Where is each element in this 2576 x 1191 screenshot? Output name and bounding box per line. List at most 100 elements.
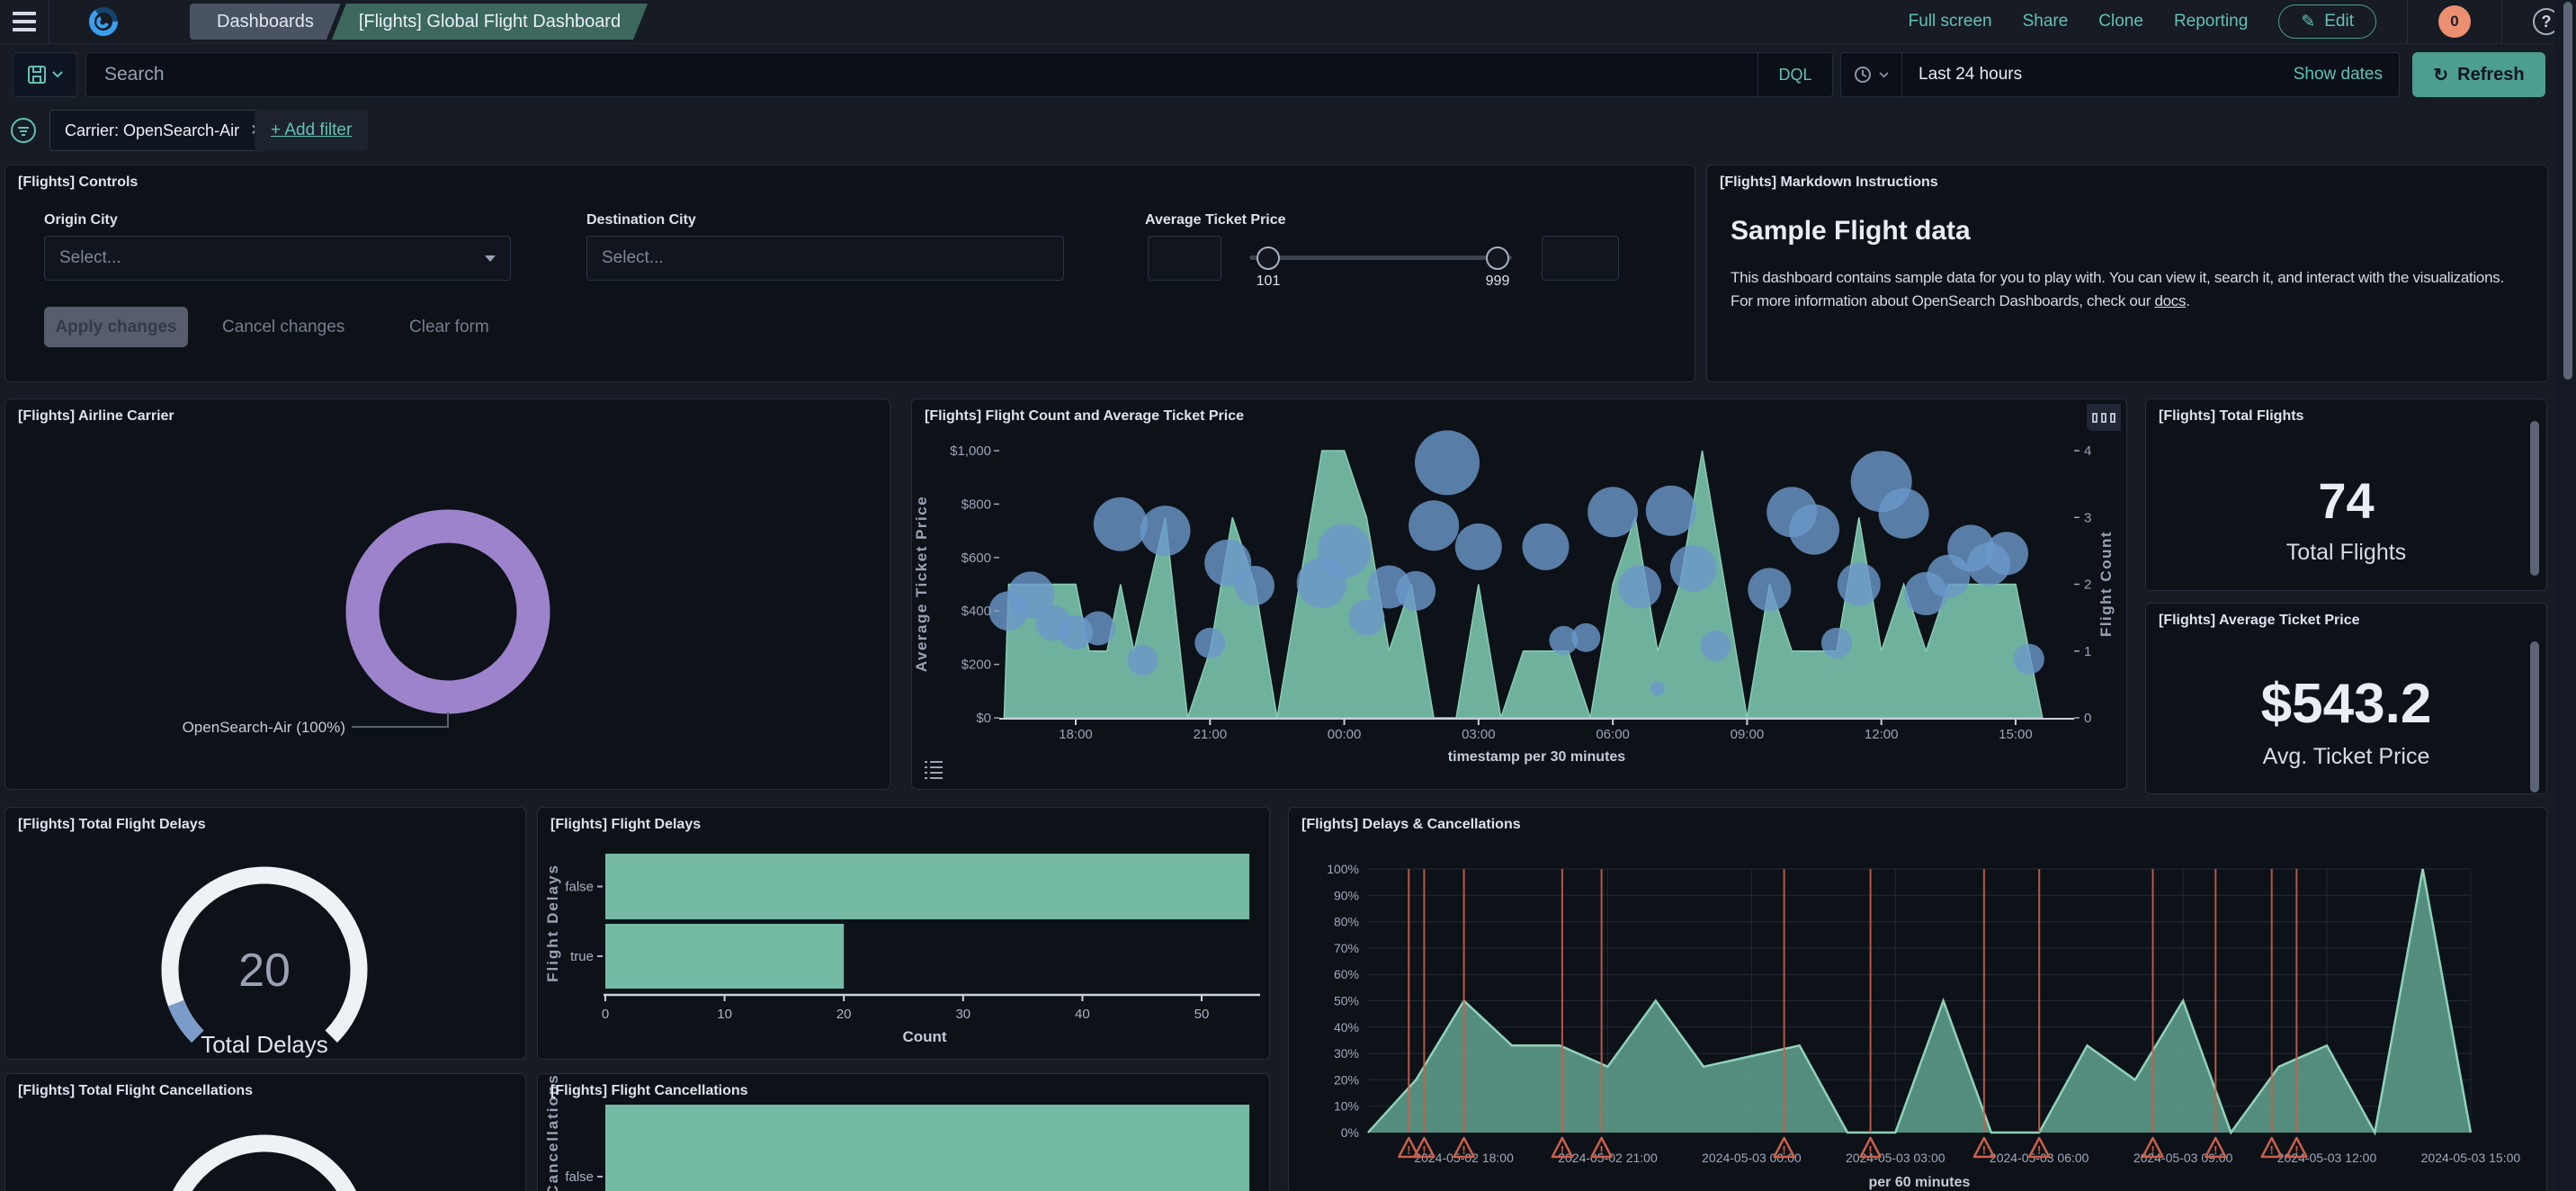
svg-text:0: 0 — [2084, 711, 2091, 726]
price-slider-handle-max[interactable] — [1486, 246, 1509, 270]
panel-title: [Flights] Markdown Instructions — [1720, 175, 1938, 191]
panel-title: [Flights] Total Flight Delays — [18, 817, 206, 833]
svg-text:timestamp per 30 minutes: timestamp per 30 minutes — [1448, 749, 1626, 765]
svg-text:!: ! — [1407, 1143, 1410, 1157]
chevron-down-icon — [485, 255, 496, 262]
search-bar: DQL — [85, 52, 1833, 97]
svg-text:Flight Count: Flight Count — [2097, 531, 2115, 637]
svg-text:OpenSearch-Air (100%): OpenSearch-Air (100%) — [183, 719, 345, 736]
svg-text:12:00: 12:00 — [1865, 727, 1899, 742]
clone-button[interactable]: Clone — [2098, 12, 2143, 31]
refresh-button-label: Refresh — [2457, 65, 2524, 85]
svg-text:10: 10 — [717, 1007, 732, 1022]
filter-pill-label: Carrier: OpenSearch-Air — [65, 121, 239, 140]
panel-options-icon[interactable] — [2087, 404, 2121, 431]
nav-divider — [2407, 0, 2408, 44]
refresh-icon: ↻ — [2433, 64, 2448, 86]
query-language-toggle[interactable]: DQL — [1758, 53, 1832, 96]
nav-divider — [2501, 0, 2502, 44]
svg-text:Flight Delays: Flight Delays — [544, 864, 561, 982]
svg-text:2024-05-03 15:00: 2024-05-03 15:00 — [2421, 1151, 2521, 1165]
avg-ticket-price-label: Average Ticket Price — [1145, 212, 1286, 228]
share-button[interactable]: Share — [2023, 12, 2069, 31]
panel-flight-delays: [Flights] Flight Delays falsetrue0102030… — [537, 807, 1270, 1060]
panel-total-flights: [Flights] Total Flights 74 Total Flights — [2145, 398, 2547, 591]
svg-text:false: false — [565, 1169, 594, 1185]
airline-carrier-donut-chart[interactable]: OpenSearch-Air (100%) — [5, 399, 890, 790]
top-nav: Dashboards [Flights] Global Flight Dashb… — [0, 0, 2576, 44]
panel-title: [Flights] Total Flight Cancellations — [18, 1083, 253, 1099]
reporting-button[interactable]: Reporting — [2174, 12, 2248, 31]
svg-text:50: 50 — [1194, 1007, 1210, 1022]
flight-delays-bar-chart[interactable]: falsetrue01020304050CountFlight Delays — [538, 808, 1270, 1060]
page-scrollbar-thumb[interactable] — [2563, 2, 2572, 380]
svg-text:60%: 60% — [1334, 967, 1359, 981]
filter-icon[interactable] — [9, 116, 38, 145]
cancel-changes-button[interactable]: Cancel changes — [217, 307, 350, 347]
svg-text:$0: $0 — [976, 711, 991, 726]
svg-text:40%: 40% — [1334, 1020, 1359, 1034]
svg-text:!: ! — [1561, 1143, 1564, 1157]
svg-text:06:00: 06:00 — [1596, 727, 1630, 742]
destination-city-select[interactable]: Select... — [586, 236, 1064, 281]
panel-markdown-instructions: [Flights] Markdown Instructions Sample F… — [1706, 165, 2548, 382]
svg-text:20: 20 — [836, 1007, 852, 1022]
breadcrumb-dashboards[interactable]: Dashboards — [190, 4, 341, 40]
filter-pill-carrier[interactable]: Carrier: OpenSearch-Air ✕ — [49, 110, 278, 151]
panel-scrollbar[interactable] — [2530, 641, 2539, 793]
svg-text:!: ! — [2151, 1143, 2154, 1157]
svg-text:$600: $600 — [962, 551, 991, 566]
svg-text:3: 3 — [2084, 510, 2091, 525]
svg-text:Count: Count — [902, 1028, 946, 1045]
apply-changes-button[interactable]: Apply changes — [44, 307, 188, 347]
panel-title: [Flights] Total Flights — [2159, 408, 2303, 425]
svg-text:false: false — [565, 880, 594, 895]
avatar[interactable]: 0 — [2438, 5, 2471, 38]
show-dates-link[interactable]: Show dates — [2294, 65, 2383, 85]
breadcrumb: Dashboards [Flights] Global Flight Dashb… — [190, 4, 648, 40]
add-filter-button[interactable]: + Add filter — [255, 110, 368, 151]
avg-ticket-price-label: Avg. Ticket Price — [2146, 744, 2546, 770]
time-range-value[interactable]: Last 24 hours — [1919, 65, 2022, 85]
total-delays-gauge-chart[interactable]: 20 Total Delays — [5, 808, 526, 1060]
breadcrumb-current-dashboard[interactable]: [Flights] Global Flight Dashboard — [332, 4, 648, 40]
pencil-icon: ✎ — [2301, 12, 2315, 32]
svg-text:$800: $800 — [962, 497, 991, 512]
price-min-input[interactable] — [1148, 236, 1221, 281]
svg-text:Total Delays: Total Delays — [201, 1031, 328, 1058]
markdown-heading: Sample Flight data — [1731, 216, 1971, 246]
time-picker: Last 24 hours Show dates — [1840, 52, 2400, 97]
docs-link[interactable]: docs — [2154, 292, 2186, 309]
clock-icon — [1854, 66, 1872, 84]
svg-text:20: 20 — [238, 945, 291, 997]
save-query-button[interactable] — [13, 52, 77, 97]
svg-text:!: ! — [1599, 1143, 1603, 1157]
svg-text:0: 0 — [602, 1007, 609, 1022]
menu-icon[interactable] — [0, 0, 49, 43]
origin-city-select[interactable]: Select... — [44, 236, 511, 281]
time-picker-menu-button[interactable] — [1841, 53, 1902, 96]
panel-controls: [Flights] Controls Origin City Select...… — [4, 165, 1695, 382]
flight-count-avg-price-chart[interactable]: $0$200$400$600$800$1,0000123418:0021:000… — [912, 399, 2127, 790]
opensearch-logo-icon[interactable] — [49, 5, 157, 38]
full-screen-button[interactable]: Full screen — [1909, 12, 1992, 31]
search-input[interactable] — [86, 64, 1758, 85]
panel-delays-cancellations: [Flights] Delays & Cancellations 0%10%20… — [1288, 807, 2547, 1191]
svg-text:20%: 20% — [1334, 1072, 1359, 1087]
svg-text:!: ! — [1422, 1143, 1426, 1157]
delays-cancellations-area-chart[interactable]: 0%10%20%30%40%50%60%70%80%90%100%2024-05… — [1289, 808, 2547, 1191]
panel-title: [Flights] Average Ticket Price — [2159, 613, 2359, 629]
refresh-button[interactable]: ↻ Refresh — [2412, 52, 2545, 97]
svg-text:!: ! — [2214, 1143, 2217, 1157]
svg-text:0%: 0% — [1341, 1125, 1359, 1140]
price-slider-track[interactable] — [1249, 255, 1512, 260]
legend-toggle-icon[interactable] — [923, 758, 946, 780]
panel-airline-carrier: [Flights] Airline Carrier OpenSearch-Air… — [4, 398, 890, 790]
clear-form-button[interactable]: Clear form — [404, 307, 495, 347]
edit-button[interactable]: ✎ Edit — [2278, 4, 2376, 39]
price-slider-handle-min[interactable] — [1257, 246, 1280, 270]
price-max-input[interactable] — [1542, 236, 1619, 281]
panel-scrollbar[interactable] — [2530, 421, 2539, 576]
opensearch-dashboards-app: Dashboards [Flights] Global Flight Dashb… — [0, 0, 2576, 1191]
svg-text:!: ! — [1782, 1143, 1785, 1157]
